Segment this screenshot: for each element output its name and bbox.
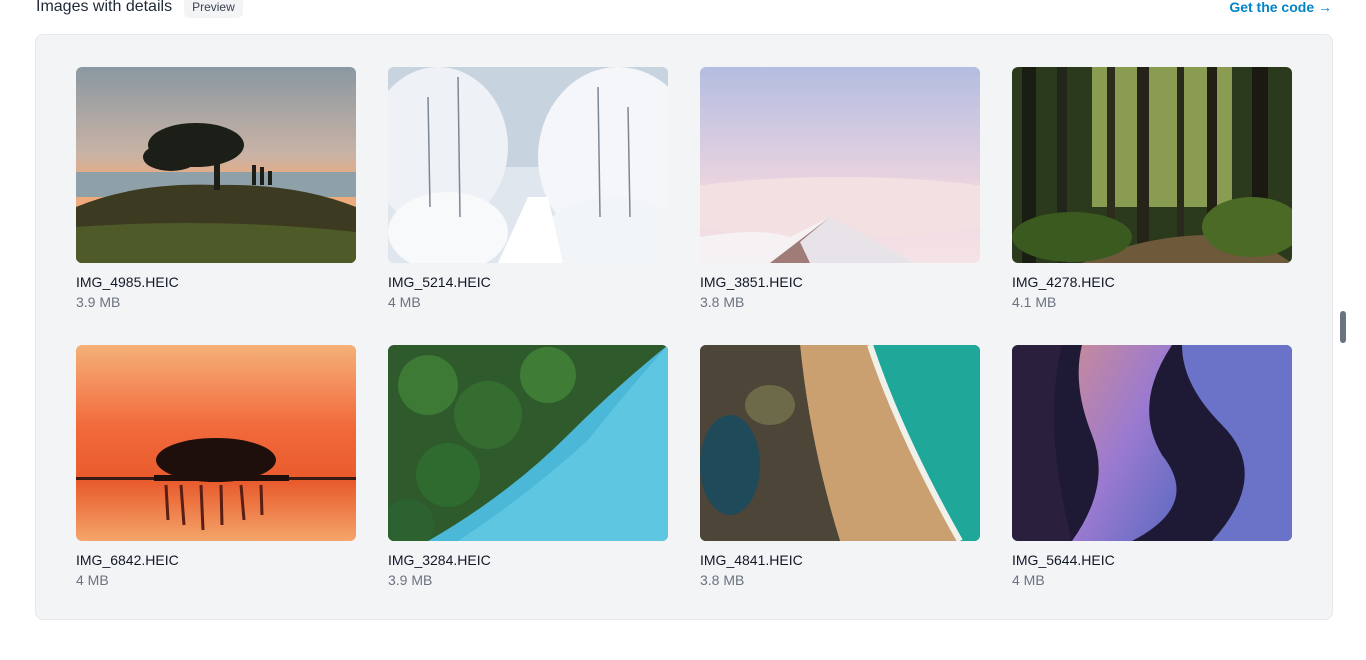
image-thumbnail[interactable] — [700, 67, 980, 263]
file-name: IMG_4985.HEIC — [76, 274, 179, 290]
image-thumbnail[interactable] — [388, 345, 668, 541]
scrollbar-thumb[interactable] — [1340, 311, 1346, 343]
image-thumbnail[interactable] — [700, 345, 980, 541]
file-name: IMG_4841.HEIC — [700, 552, 803, 568]
section-header: Images with details Preview Get the code… — [36, 0, 1332, 20]
image-card: IMG_4985.HEIC 3.9 MB — [76, 67, 356, 311]
image-card: IMG_5644.HEIC 4 MB — [1012, 345, 1292, 589]
file-name: IMG_4278.HEIC — [1012, 274, 1115, 290]
file-size: 4 MB — [388, 294, 421, 310]
get-code-link[interactable]: Get the code → — [1229, 0, 1332, 15]
file-size: 4 MB — [1012, 572, 1045, 588]
file-name: IMG_5214.HEIC — [388, 274, 491, 290]
file-size: 4 MB — [76, 572, 109, 588]
file-size: 3.8 MB — [700, 294, 745, 310]
image-thumbnail[interactable] — [388, 67, 668, 263]
file-name: IMG_6842.HEIC — [76, 552, 179, 568]
image-thumbnail[interactable] — [76, 67, 356, 263]
image-card: IMG_5214.HEIC 4 MB — [388, 67, 668, 311]
image-card: IMG_4278.HEIC 4.1 MB — [1012, 67, 1292, 311]
image-thumbnail[interactable] — [1012, 67, 1292, 263]
file-size: 3.8 MB — [700, 572, 745, 588]
header-left: Images with details Preview — [36, 0, 243, 18]
file-name: IMG_5644.HEIC — [1012, 552, 1115, 568]
image-card: IMG_3851.HEIC 3.8 MB — [700, 67, 980, 311]
image-thumbnail[interactable] — [76, 345, 356, 541]
image-card: IMG_4841.HEIC 3.8 MB — [700, 345, 980, 589]
section-title: Images with details — [36, 0, 173, 15]
preview-panel: IMG_4985.HEIC 3.9 MB IMG_5214.HEIC 4 MB — [35, 34, 1333, 620]
image-thumbnail[interactable] — [1012, 345, 1292, 541]
file-size: 3.9 MB — [76, 294, 121, 310]
file-size: 4.1 MB — [1012, 294, 1057, 310]
file-name: IMG_3851.HEIC — [700, 274, 803, 290]
image-card: IMG_6842.HEIC 4 MB — [76, 345, 356, 589]
preview-badge[interactable]: Preview — [184, 0, 243, 18]
file-name: IMG_3284.HEIC — [388, 552, 491, 568]
image-grid: IMG_4985.HEIC 3.9 MB IMG_5214.HEIC 4 MB — [76, 67, 1292, 589]
image-card: IMG_3284.HEIC 3.9 MB — [388, 345, 668, 589]
file-size: 3.9 MB — [388, 572, 433, 588]
